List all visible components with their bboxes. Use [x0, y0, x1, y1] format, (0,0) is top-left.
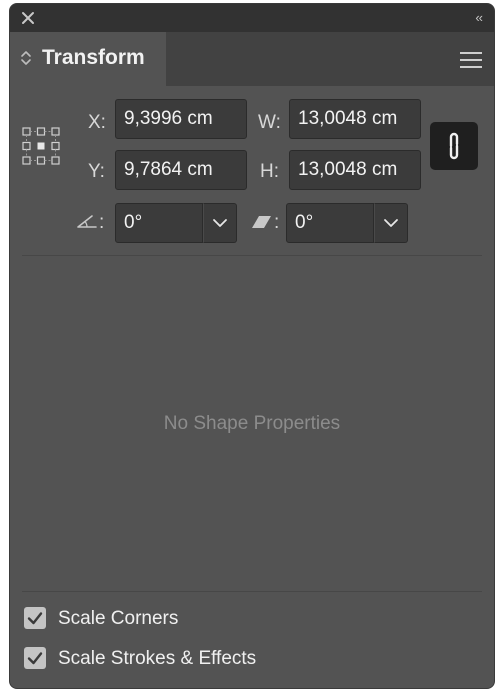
w-input[interactable]: 13,0048 cm: [289, 99, 421, 139]
link-icon: [449, 132, 459, 160]
scale-corners-checkbox[interactable]: [24, 607, 46, 629]
h-label: H:: [260, 161, 279, 182]
x-input[interactable]: 9,3996 cm: [115, 99, 247, 139]
shear-label: :: [274, 212, 280, 233]
tab-strip: Transform: [10, 32, 494, 86]
y-input[interactable]: 9,7864 cm: [115, 150, 247, 190]
shear-field: 0°: [286, 203, 408, 243]
shear-input[interactable]: 0°: [286, 203, 374, 243]
checkmark-icon: [27, 652, 43, 665]
empty-state-message: No Shape Properties: [163, 413, 341, 434]
rotate-dropdown-button[interactable]: [203, 203, 237, 243]
divider: [22, 255, 482, 256]
chevron-down-icon: [384, 219, 398, 227]
transform-panel: ‹‹ Transform X: 9,3996 cm W: 13,0048 cm …: [10, 4, 494, 688]
y-label: Y:: [88, 161, 105, 182]
panel-titlebar: ‹‹: [10, 4, 494, 32]
scale-strokes-effects-checkbox[interactable]: [24, 647, 46, 669]
double-chevron-left-icon[interactable]: ‹‹: [475, 9, 483, 27]
scale-corners-label[interactable]: Scale Corners: [58, 606, 178, 632]
hamburger-menu-icon[interactable]: [460, 52, 482, 68]
angle-icon: [77, 215, 97, 228]
shear-icon: [252, 216, 271, 228]
shear-dropdown-button[interactable]: [374, 203, 408, 243]
w-label: W:: [258, 112, 281, 133]
scale-strokes-effects-label[interactable]: Scale Strokes & Effects: [58, 646, 256, 672]
rotate-label: :: [99, 212, 105, 233]
constrain-proportions-button[interactable]: [430, 122, 478, 170]
divider: [22, 591, 482, 592]
reference-point-icon[interactable]: [22, 127, 60, 165]
x-label: X:: [88, 112, 106, 133]
checkmark-icon: [27, 612, 43, 625]
chevron-down-icon: [213, 219, 227, 227]
tab-transform[interactable]: Transform: [10, 32, 166, 86]
h-input[interactable]: 13,0048 cm: [289, 150, 421, 190]
close-icon[interactable]: [20, 10, 36, 26]
rotate-input[interactable]: 0°: [115, 203, 203, 243]
updown-chevron-icon: [21, 51, 31, 65]
rotate-field: 0°: [115, 203, 237, 243]
panel-title: Transform: [42, 46, 145, 69]
